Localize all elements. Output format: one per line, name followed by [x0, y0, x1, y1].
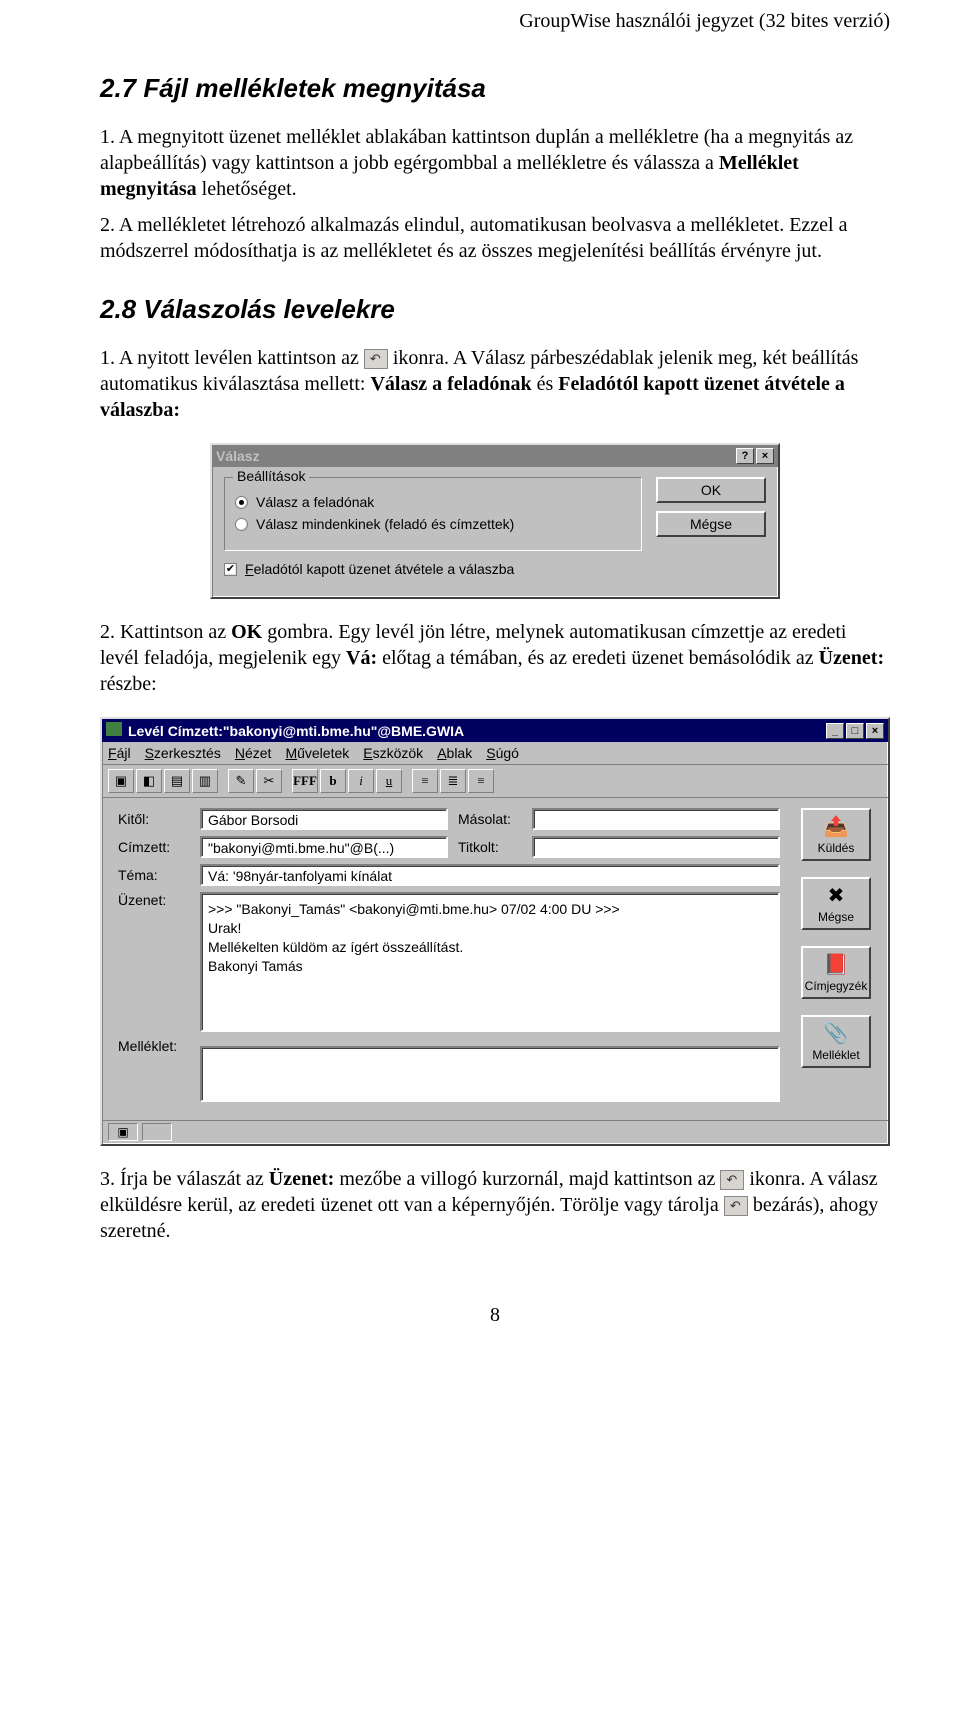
input-to[interactable]: "bakonyi@mti.bme.hu"@B(...) — [200, 836, 448, 858]
input-bcc[interactable] — [532, 836, 780, 858]
label-from: Kitől: — [118, 811, 190, 827]
radio-label: Válasz a feladónak — [256, 494, 374, 510]
textarea-body[interactable]: >>> "Bakonyi_Tamás" <bakonyi@mti.bme.hu>… — [200, 892, 780, 1032]
radio-reply-all[interactable]: Válasz mindenkinek (feladó és címzettek) — [235, 516, 631, 532]
bold-text: Vá: — [346, 647, 377, 669]
clip-icon: 📎 — [822, 1021, 850, 1045]
bold-text: Üzenet: — [269, 1168, 335, 1190]
attach-button[interactable]: 📎 Melléklet — [801, 1015, 871, 1068]
checkbox-include-original[interactable]: ✔ Feladótól kapott üzenet átvétele a vál… — [224, 561, 642, 577]
label-attach: Melléklet: — [118, 1038, 190, 1054]
bold-text: Üzenet: — [819, 647, 885, 669]
label-bcc: Titkolt: — [458, 839, 522, 855]
reply-dialog: Válasz ? × Beállítások Válasz a feladóna… — [210, 443, 780, 599]
btn-label: Melléklet — [812, 1048, 859, 1062]
btn-label: Mégse — [818, 910, 854, 924]
statusbar: ▣ — [102, 1120, 888, 1144]
input-from[interactable]: Gábor Borsodi — [200, 808, 448, 830]
btn-label: Címjegyzék — [805, 979, 868, 993]
page-header-note: GroupWise használói jegyzet (32 bites ve… — [100, 10, 890, 33]
radio-reply-sender[interactable]: Válasz a feladónak — [235, 494, 631, 510]
heading-2-8: 2.8 Válaszolás levelekre — [100, 294, 890, 325]
settings-group: Beállítások Válasz a feladónak Válasz mi… — [224, 477, 642, 551]
tb-btn-4[interactable]: ▥ — [192, 769, 218, 793]
tb-bold-button[interactable]: b — [320, 769, 346, 793]
tb-underline-button[interactable]: u — [376, 769, 402, 793]
cancel-button[interactable]: Mégse — [656, 511, 766, 537]
para3: 3. Írja be válaszát az Üzenet: mezőbe a … — [100, 1166, 890, 1244]
minimize-button[interactable]: _ — [826, 723, 844, 739]
tb-italic-button[interactable]: i — [348, 769, 374, 793]
text: és — [532, 373, 559, 395]
app-icon — [106, 722, 122, 736]
text: 2. Kattintson az — [100, 621, 231, 643]
menu-actions[interactable]: Műveletek — [285, 745, 349, 761]
toolbar: ▣ ◧ ▤ ▥ ✎ ✂ FFF b i u ≡ ≣ ≡ — [102, 764, 888, 798]
mail-compose-window: Levél Címzett:"bakonyi@mti.bme.hu"@BME.G… — [100, 717, 890, 1146]
sec28-para1: 1. A nyitott levélen kattintson az ikonr… — [100, 345, 890, 423]
tb-btn-1[interactable]: ▣ — [108, 769, 134, 793]
send-button[interactable]: 📤 Küldés — [801, 808, 871, 861]
menu-help[interactable]: Súgó — [486, 745, 519, 761]
titlebar: Válasz ? × — [212, 445, 778, 467]
text: 3. Írja be válaszát az — [100, 1168, 269, 1190]
maximize-button[interactable]: □ — [846, 723, 864, 739]
menubar: Fájl Szerkesztés Nézet Műveletek Eszközö… — [102, 742, 888, 764]
status-cell — [142, 1123, 172, 1141]
menu-file[interactable]: Fájl — [108, 745, 131, 761]
tb-font-button[interactable]: FFF — [292, 769, 318, 793]
para-ok: 2. Kattintson az OK gombra. Egy levél jö… — [100, 619, 890, 697]
checkbox-label: Feladótól kapott üzenet átvétele a válas… — [245, 561, 514, 577]
reply-icon — [364, 349, 388, 369]
dialog-title: Válasz — [216, 448, 260, 464]
titlebar: Levél Címzett:"bakonyi@mti.bme.hu"@BME.G… — [102, 719, 888, 742]
bold-text: Válasz a feladónak — [370, 373, 531, 395]
menu-view[interactable]: Nézet — [235, 745, 272, 761]
tb-btn-5[interactable]: ✎ — [228, 769, 254, 793]
close-inline-icon — [724, 1196, 748, 1216]
status-icon: ▣ — [108, 1123, 138, 1141]
menu-window[interactable]: Ablak — [437, 745, 472, 761]
attachment-area[interactable] — [200, 1046, 780, 1102]
menu-tools[interactable]: Eszközök — [363, 745, 423, 761]
send-icon: 📤 — [822, 814, 850, 838]
label-cc: Másolat: — [458, 811, 522, 827]
help-button[interactable]: ? — [736, 448, 754, 464]
page-number: 8 — [100, 1304, 890, 1327]
btn-label: Küldés — [818, 841, 855, 855]
radio-label: Válasz mindenkinek (feladó és címzettek) — [256, 516, 514, 532]
addressbook-button[interactable]: 📕 Címjegyzék — [801, 946, 871, 999]
tb-btn-3[interactable]: ▤ — [164, 769, 190, 793]
tb-btn-2[interactable]: ◧ — [136, 769, 162, 793]
bold-text: OK — [231, 621, 262, 643]
input-subject[interactable]: Vá: '98nyár-tanfolyami kínálat — [200, 864, 780, 886]
tb-align-left-button[interactable]: ≡ — [412, 769, 438, 793]
close-button[interactable]: × — [866, 723, 884, 739]
cancel-icon: ✖ — [822, 883, 850, 907]
text: részbe: — [100, 673, 157, 695]
menu-edit[interactable]: Szerkesztés — [145, 745, 221, 761]
text: 1. A nyitott levélen kattintson az — [100, 347, 359, 369]
window-title: Levél Címzett:"bakonyi@mti.bme.hu"@BME.G… — [128, 723, 464, 739]
label-subject: Téma: — [118, 867, 190, 883]
group-legend: Beállítások — [233, 468, 309, 484]
tb-btn-6[interactable]: ✂ — [256, 769, 282, 793]
label-body: Üzenet: — [118, 892, 190, 908]
ok-button[interactable]: OK — [656, 477, 766, 503]
send-inline-icon — [720, 1170, 744, 1190]
heading-2-7: 2.7 Fájl mellékletek megnyitása — [100, 73, 890, 104]
input-cc[interactable] — [532, 808, 780, 830]
label-to: Címzett: — [118, 839, 190, 855]
cancel-button[interactable]: ✖ Mégse — [801, 877, 871, 930]
close-button[interactable]: × — [756, 448, 774, 464]
sec27-para1: 1. A megnyitott üzenet melléklet ablakáb… — [100, 124, 890, 202]
tb-align-right-button[interactable]: ≡ — [468, 769, 494, 793]
text: mezőbe a villogó kurzornál, majd kattint… — [334, 1168, 715, 1190]
sec27-para2: 2. A mellékletet létrehozó alkalmazás el… — [100, 212, 890, 264]
tb-align-center-button[interactable]: ≣ — [440, 769, 466, 793]
book-icon: 📕 — [822, 952, 850, 976]
text: lehetőséget. — [197, 178, 297, 200]
text: előtag a témában, és az eredeti üzenet b… — [377, 647, 818, 669]
